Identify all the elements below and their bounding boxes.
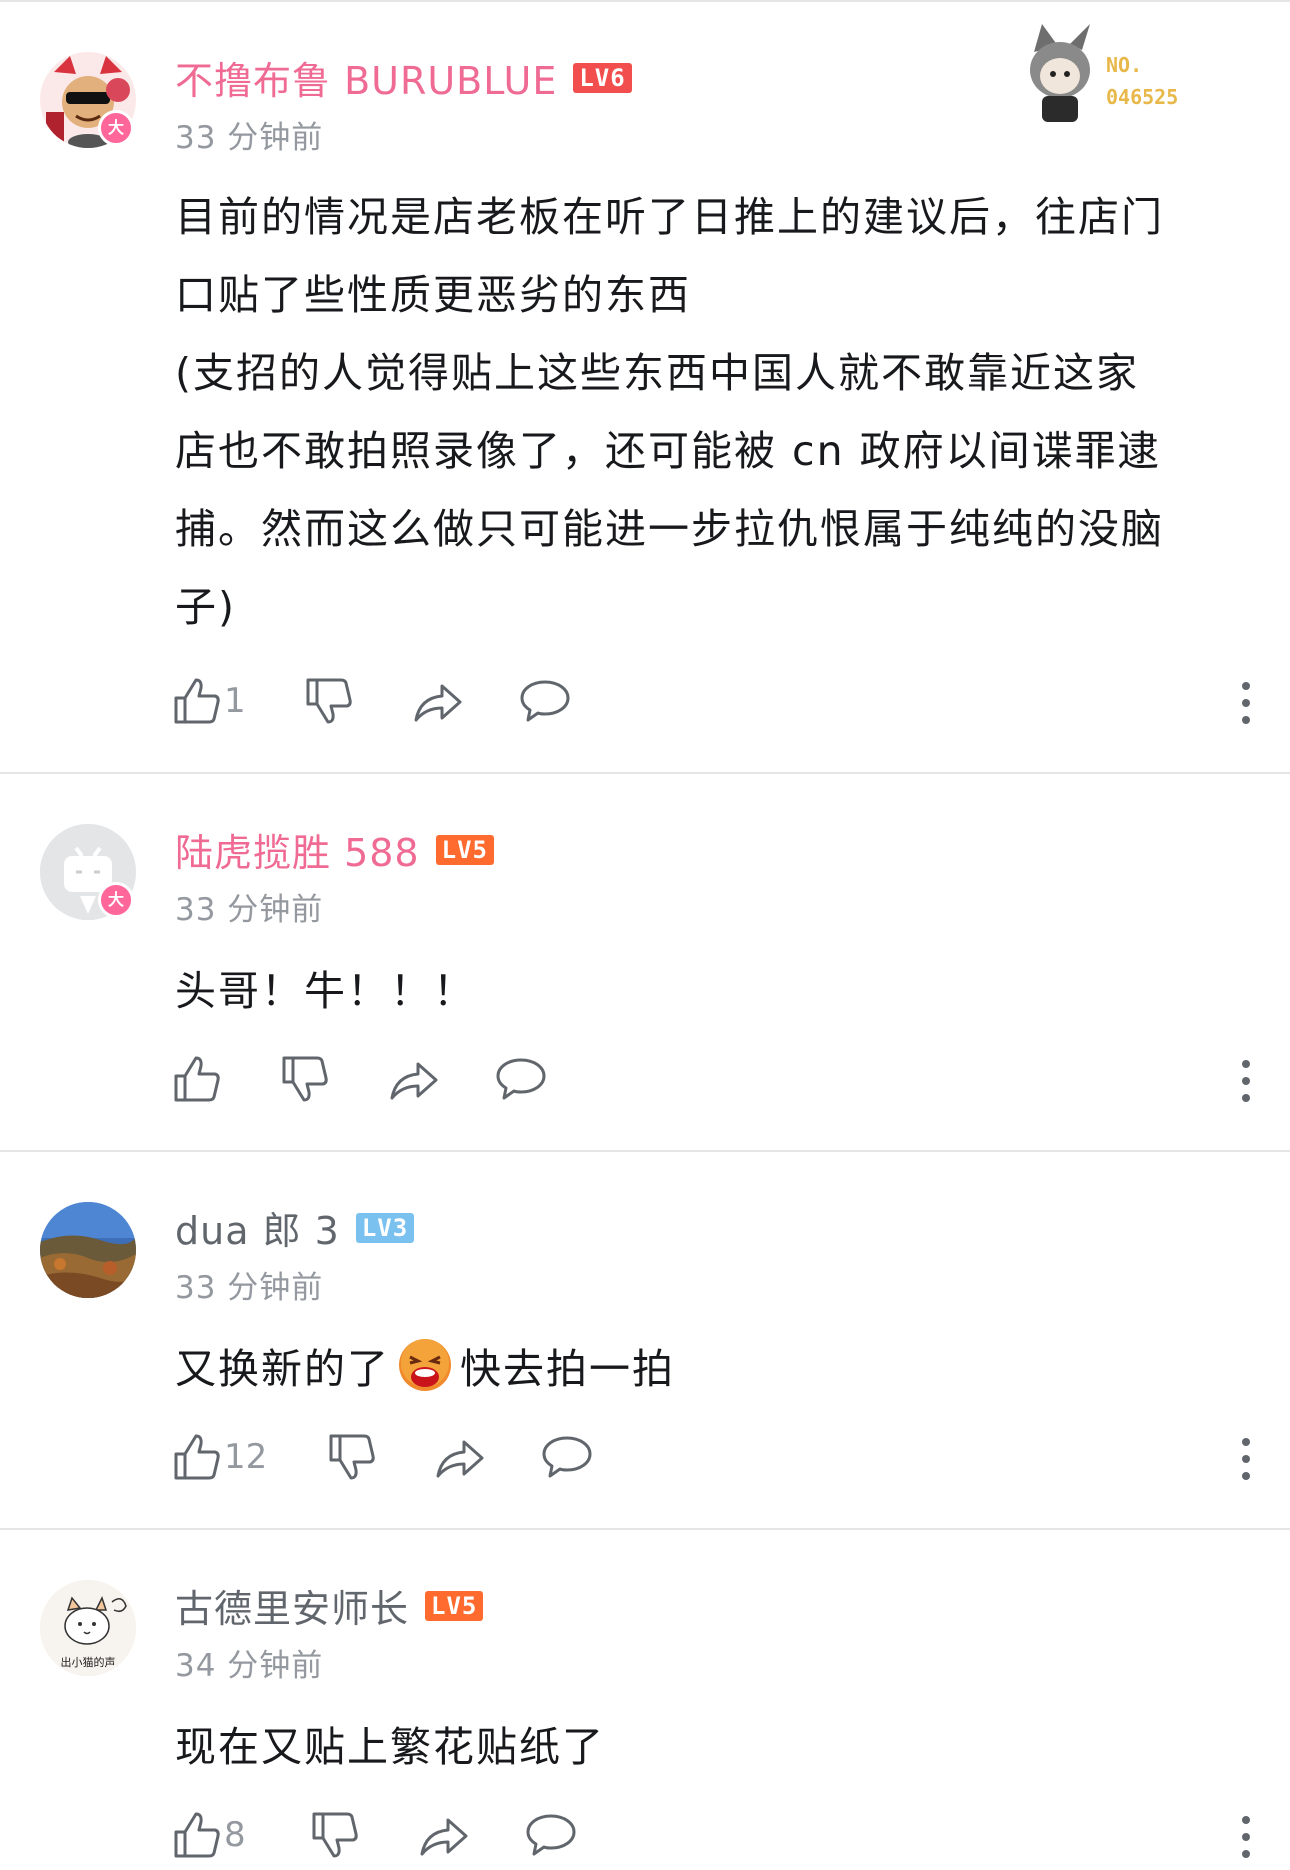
laughing-emoji-icon [396, 1337, 454, 1393]
content-line: 捕。然而这么做只可能进一步拉仇恨属于纯纯的没脑 [175, 505, 1164, 553]
comment-actions: 1 [172, 676, 1252, 736]
speech-bubble-icon [526, 1814, 576, 1856]
content-text: 又换新的了 [175, 1345, 390, 1393]
share-button[interactable] [418, 1810, 470, 1860]
comment-actions [172, 1054, 1252, 1114]
thumbs-down-icon [312, 1812, 358, 1858]
speech-bubble-icon [496, 1058, 546, 1100]
level-badge: LV6 [573, 62, 632, 93]
wolf-character-icon: NO. 046525 [1030, 24, 1178, 122]
share-button[interactable] [412, 676, 464, 726]
content-line: 口贴了些性质更恶劣的东西 [175, 271, 691, 319]
username-text[interactable]: dua 郎 3 [175, 1200, 340, 1255]
comment-actions: 8 [172, 1810, 1252, 1870]
level-badge: LV5 [425, 1590, 484, 1621]
user-avatar[interactable]: 大 [40, 824, 136, 920]
share-button[interactable] [434, 1432, 486, 1482]
user-avatar[interactable]: 出小猫的声 [40, 1580, 136, 1676]
username-text[interactable]: 不撸布鲁 BURUBLUE [175, 50, 557, 105]
share-arrow-icon [420, 1818, 468, 1856]
content-line: 子) [175, 583, 236, 631]
reply-button[interactable] [494, 1054, 548, 1104]
like-button[interactable] [172, 1054, 222, 1104]
reply-button[interactable] [524, 1810, 578, 1860]
thumbs-up-icon [174, 1812, 220, 1858]
content-line: 目前的情况是店老板在听了日推上的建议后，往店门 [175, 193, 1164, 241]
dislike-button[interactable] [310, 1810, 360, 1860]
member-badge: 大 [98, 110, 134, 146]
more-options-button[interactable] [1240, 1060, 1252, 1111]
dislike-button[interactable] [280, 1054, 330, 1104]
comment-time: 34 分钟前 [175, 1648, 324, 1684]
comment-content: 又换新的了 快去拍一拍 [175, 1330, 1235, 1408]
thumbs-up-icon [174, 1434, 220, 1480]
share-arrow-icon [390, 1062, 438, 1100]
content-line: (支招的人觉得贴上这些东西中国人就不敢靠近这家 [175, 349, 1139, 397]
comment-divider [0, 772, 1290, 774]
thumbs-down-icon [306, 678, 352, 724]
comment-divider [0, 1150, 1290, 1152]
username[interactable]: dua 郎 3 LV3 [175, 1200, 415, 1255]
decoration-label: NO. [1106, 53, 1142, 77]
comment-actions: 12 [172, 1432, 1252, 1492]
share-arrow-icon [414, 684, 462, 722]
like-button[interactable]: 12 [172, 1432, 267, 1482]
level-badge: LV3 [355, 1212, 415, 1243]
like-button[interactable]: 1 [172, 676, 246, 726]
landscape-avatar-image [40, 1202, 136, 1298]
comment-content: 现在又贴上繁花贴纸了 [175, 1723, 605, 1771]
comment-content: 头哥！牛！！！ [175, 967, 476, 1015]
thumbs-down-icon [329, 1434, 375, 1480]
comment-time: 33 分钟前 [175, 120, 324, 156]
share-button[interactable] [388, 1054, 440, 1104]
speech-bubble-icon [542, 1436, 592, 1478]
speech-bubble-icon [520, 680, 570, 722]
member-badge: 大 [98, 882, 134, 918]
dislike-button[interactable] [327, 1432, 377, 1482]
comment-content: 目前的情况是店老板在听了日推上的建议后，往店门 口贴了些性质更恶劣的东西 (支招… [175, 178, 1235, 646]
username[interactable]: 不撸布鲁 BURUBLUE LV6 [175, 50, 632, 105]
like-count: 12 [224, 1437, 268, 1477]
like-count: 8 [224, 1815, 246, 1855]
content-line: 店也不敢拍照录像了，还可能被 cn 政府以间谍罪逮 [175, 427, 1161, 475]
more-options-button[interactable] [1240, 1438, 1252, 1489]
comment-time: 33 分钟前 [175, 892, 324, 928]
thumbs-up-icon [174, 678, 220, 724]
reply-button[interactable] [518, 676, 572, 726]
username-text[interactable]: 古德里安师长 [175, 1578, 409, 1633]
thumbs-up-icon [174, 1056, 220, 1102]
more-options-button[interactable] [1240, 682, 1252, 733]
user-avatar[interactable]: 大 [40, 52, 136, 148]
content-text: 快去拍一拍 [460, 1345, 675, 1393]
username[interactable]: 陆虎揽胜 588 LV5 [175, 822, 494, 877]
thumbs-down-icon [282, 1056, 328, 1102]
fan-decoration-card[interactable]: NO. 046525 [1020, 22, 1220, 126]
username-text[interactable]: 陆虎揽胜 588 [175, 822, 420, 877]
like-button[interactable]: 8 [172, 1810, 246, 1860]
avatar-caption: 出小猫的声 [61, 1655, 116, 1669]
cat-avatar-image: 出小猫的声 [40, 1580, 136, 1676]
user-avatar[interactable] [40, 1202, 136, 1298]
level-badge: LV5 [435, 834, 494, 865]
share-arrow-icon [436, 1440, 484, 1478]
comment-time: 33 分钟前 [175, 1270, 324, 1306]
username[interactable]: 古德里安师长 LV5 [175, 1578, 484, 1633]
top-divider [0, 0, 1290, 8]
decoration-number: 046525 [1106, 85, 1178, 109]
comment-divider [0, 1528, 1290, 1530]
more-options-button[interactable] [1240, 1816, 1252, 1867]
like-count: 1 [224, 681, 246, 721]
reply-button[interactable] [540, 1432, 594, 1482]
dislike-button[interactable] [304, 676, 354, 726]
